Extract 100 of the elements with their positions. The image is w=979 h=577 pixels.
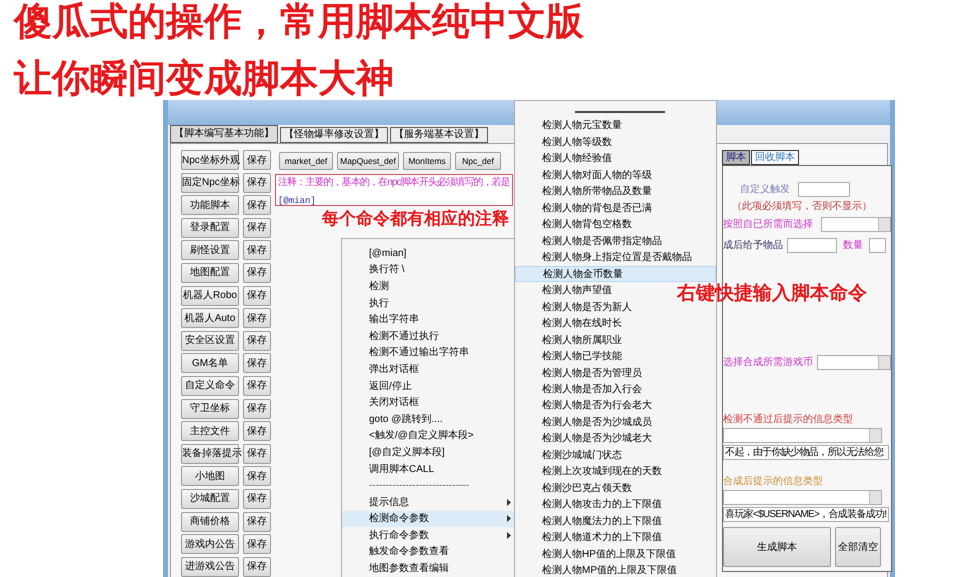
- function-button[interactable]: 刷怪设置: [181, 240, 239, 260]
- combo-box[interactable]: [723, 428, 882, 443]
- function-button[interactable]: 沙城配置: [181, 488, 239, 509]
- menu-item[interactable]: 检测人物所属职业: [542, 332, 622, 348]
- function-button[interactable]: 登录配置: [181, 218, 239, 238]
- menu-item[interactable]: 检测人物元宝数量: [542, 118, 622, 134]
- menu-item[interactable]: 检测人物身上指定位置是否戴物品: [542, 249, 692, 266]
- function-button[interactable]: 安全区设置: [181, 330, 239, 351]
- save-button[interactable]: 保存: [243, 488, 271, 509]
- menu-item[interactable]: 检测人物是否佩带指定物品: [542, 232, 662, 250]
- function-button[interactable]: 进游戏公告: [181, 556, 239, 577]
- input-field[interactable]: [869, 238, 886, 253]
- script-editor[interactable]: 注释：主要的，基本的，在npc脚本开头必须填写的，若是 [@mian]: [275, 174, 513, 206]
- save-button[interactable]: 保存: [243, 534, 271, 554]
- menu-item[interactable]: 调用脚本CALL: [342, 460, 514, 478]
- menu-item[interactable]: goto @跳转到....: [342, 410, 514, 428]
- menu-item[interactable]: 检测不通过输出字符串: [342, 344, 514, 362]
- menu-item[interactable]: 提示信息: [342, 494, 514, 510]
- file-button[interactable]: Npc_def: [455, 152, 501, 170]
- menu-item[interactable]: <触发/@自定义脚本段>: [342, 428, 514, 444]
- menu-item[interactable]: 检测人物所带物品及数量: [542, 183, 652, 200]
- tab[interactable]: 【脚本编写基本功能】: [170, 125, 278, 143]
- function-button[interactable]: 地图配置: [181, 262, 239, 283]
- menu-item[interactable]: 检测人物是否为沙城成员: [542, 414, 652, 431]
- menu-item[interactable]: 检测人物是否为行会老大: [542, 398, 652, 414]
- save-button[interactable]: 保存: [243, 286, 271, 306]
- menu-item[interactable]: 检测人物声望值: [542, 282, 612, 299]
- menu-item[interactable]: 检测人物对面人物的等级: [542, 166, 652, 184]
- menu-item[interactable]: 检测人物的背包是否已满: [542, 200, 652, 216]
- function-button[interactable]: GM名单: [181, 353, 239, 374]
- function-button[interactable]: 机器人Auto: [181, 308, 239, 328]
- menu-item[interactable]: 触发命令参数查看: [342, 544, 514, 560]
- save-button[interactable]: 保存: [243, 308, 271, 328]
- function-button[interactable]: Npc坐标外观: [181, 150, 239, 170]
- menu-item[interactable]: 检测上次攻城到现在的天数: [542, 464, 662, 480]
- menu-item[interactable]: 关闭对话框: [342, 394, 514, 411]
- menu-item[interactable]: 检测人物是否为管理员: [542, 364, 642, 382]
- menu-item[interactable]: 检测人物MP值的上限及下限值: [542, 562, 677, 577]
- tab[interactable]: 【怪物爆率修改设置】: [280, 127, 388, 143]
- function-button[interactable]: 固定Npc坐标: [181, 172, 239, 193]
- menu-item[interactable]: 执行命令参数: [342, 527, 514, 544]
- input-field[interactable]: 不起，由于你缺少物品，所以无法给您: [723, 445, 889, 460]
- function-button[interactable]: 游戏内公告: [181, 534, 239, 554]
- menu-item[interactable]: 检测人物已学技能: [542, 348, 622, 365]
- menu-item[interactable]: 检测人物背包空格数: [542, 216, 632, 233]
- combo-box[interactable]: [821, 217, 891, 232]
- menu-item[interactable]: 换行符 \: [342, 262, 514, 278]
- save-button[interactable]: 保存: [243, 195, 271, 216]
- save-button[interactable]: 保存: [243, 376, 271, 396]
- menu-item[interactable]: 检测不通过执行: [342, 328, 514, 345]
- combo-box[interactable]: [723, 490, 882, 505]
- tab[interactable]: 回收脚本: [751, 150, 799, 165]
- menu-item[interactable]: 检测人物攻击力的上下限值: [542, 496, 662, 514]
- menu-item[interactable]: 检测人物是否为沙城老大: [542, 430, 652, 448]
- function-button[interactable]: 守卫坐标: [181, 398, 239, 419]
- save-button[interactable]: 保存: [243, 150, 271, 170]
- menu-item[interactable]: 检测人物HP值的上限及下限值: [542, 546, 676, 563]
- save-button[interactable]: 保存: [243, 330, 271, 351]
- function-button[interactable]: 自定义命令: [181, 376, 239, 396]
- menu-item[interactable]: 执行: [342, 294, 514, 312]
- function-button[interactable]: 机器人Robo: [181, 286, 239, 306]
- menu-item[interactable]: 返回/停止: [342, 378, 514, 394]
- action-button[interactable]: 生成脚本: [723, 527, 831, 567]
- menu-item[interactable]: 检测人物在线时长: [542, 315, 622, 332]
- file-button[interactable]: MonItems: [403, 152, 451, 170]
- menu-item[interactable]: 检测人物经验值: [542, 150, 612, 167]
- save-button[interactable]: 保存: [243, 353, 271, 374]
- save-button[interactable]: 保存: [243, 172, 271, 193]
- menu-item[interactable]: [@自定义脚本段]: [342, 444, 514, 461]
- save-button[interactable]: 保存: [243, 512, 271, 532]
- menu-item[interactable]: 弹出对话框: [342, 361, 514, 378]
- function-button[interactable]: 小地图: [181, 466, 239, 486]
- input-field[interactable]: [798, 182, 850, 197]
- menu-item[interactable]: 检测沙城城门状态: [542, 447, 622, 464]
- action-button[interactable]: 全部清空: [835, 527, 881, 567]
- menu-item[interactable]: 检测人物是否加入行会: [542, 381, 642, 398]
- file-button[interactable]: MapQuest_def: [337, 152, 399, 170]
- save-button[interactable]: 保存: [243, 466, 271, 486]
- save-button[interactable]: 保存: [243, 421, 271, 442]
- function-button[interactable]: 主控文件: [181, 421, 239, 442]
- save-button[interactable]: 保存: [243, 240, 271, 260]
- combo-box[interactable]: [817, 355, 891, 370]
- menu-item[interactable]: 地图参数查看编辑: [342, 560, 514, 577]
- menu-item[interactable]: 检测人物等级数: [542, 134, 612, 150]
- function-button[interactable]: 功能脚本: [181, 195, 239, 216]
- save-button[interactable]: 保存: [243, 444, 271, 464]
- menu-item[interactable]: 检测: [342, 278, 514, 295]
- save-button[interactable]: 保存: [243, 398, 271, 419]
- menu-item[interactable]: 检测人物金币数量: [515, 266, 716, 282]
- input-field[interactable]: 喜玩家<$USERNAME>，合成装备成功!: [723, 507, 889, 522]
- menu-item[interactable]: 检测命令参数: [342, 510, 514, 528]
- menu-item[interactable]: [@mian]: [342, 245, 514, 262]
- save-button[interactable]: 保存: [243, 556, 271, 577]
- menu-item[interactable]: 检测人物道术力的上下限值: [542, 530, 662, 546]
- tab[interactable]: 脚本: [722, 150, 750, 165]
- save-button[interactable]: 保存: [243, 218, 271, 238]
- tab[interactable]: 【服务端基本设置】: [390, 127, 488, 143]
- menu-item[interactable]: 检测人物魔法力的上下限值: [542, 513, 662, 530]
- file-button[interactable]: market_def: [279, 152, 333, 170]
- save-button[interactable]: 保存: [243, 262, 271, 283]
